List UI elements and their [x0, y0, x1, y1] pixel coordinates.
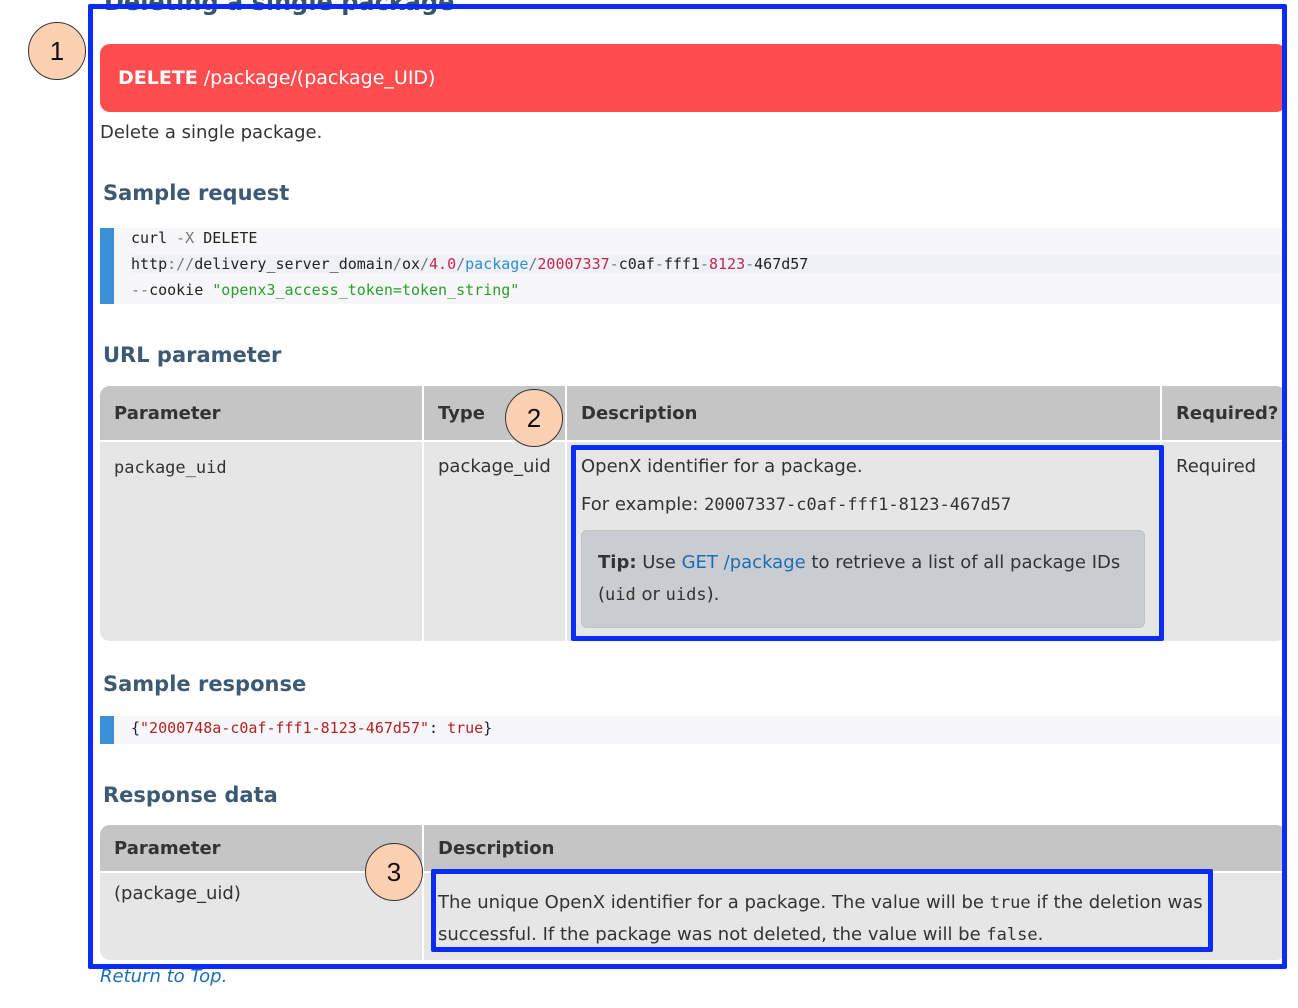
return-to-top-link[interactable]: Return to Top. [100, 966, 227, 987]
callout-2: 2 [505, 389, 563, 447]
callout-3: 3 [365, 843, 423, 901]
annotation-box-1 [88, 4, 1287, 969]
callout-1: 1 [28, 22, 86, 80]
